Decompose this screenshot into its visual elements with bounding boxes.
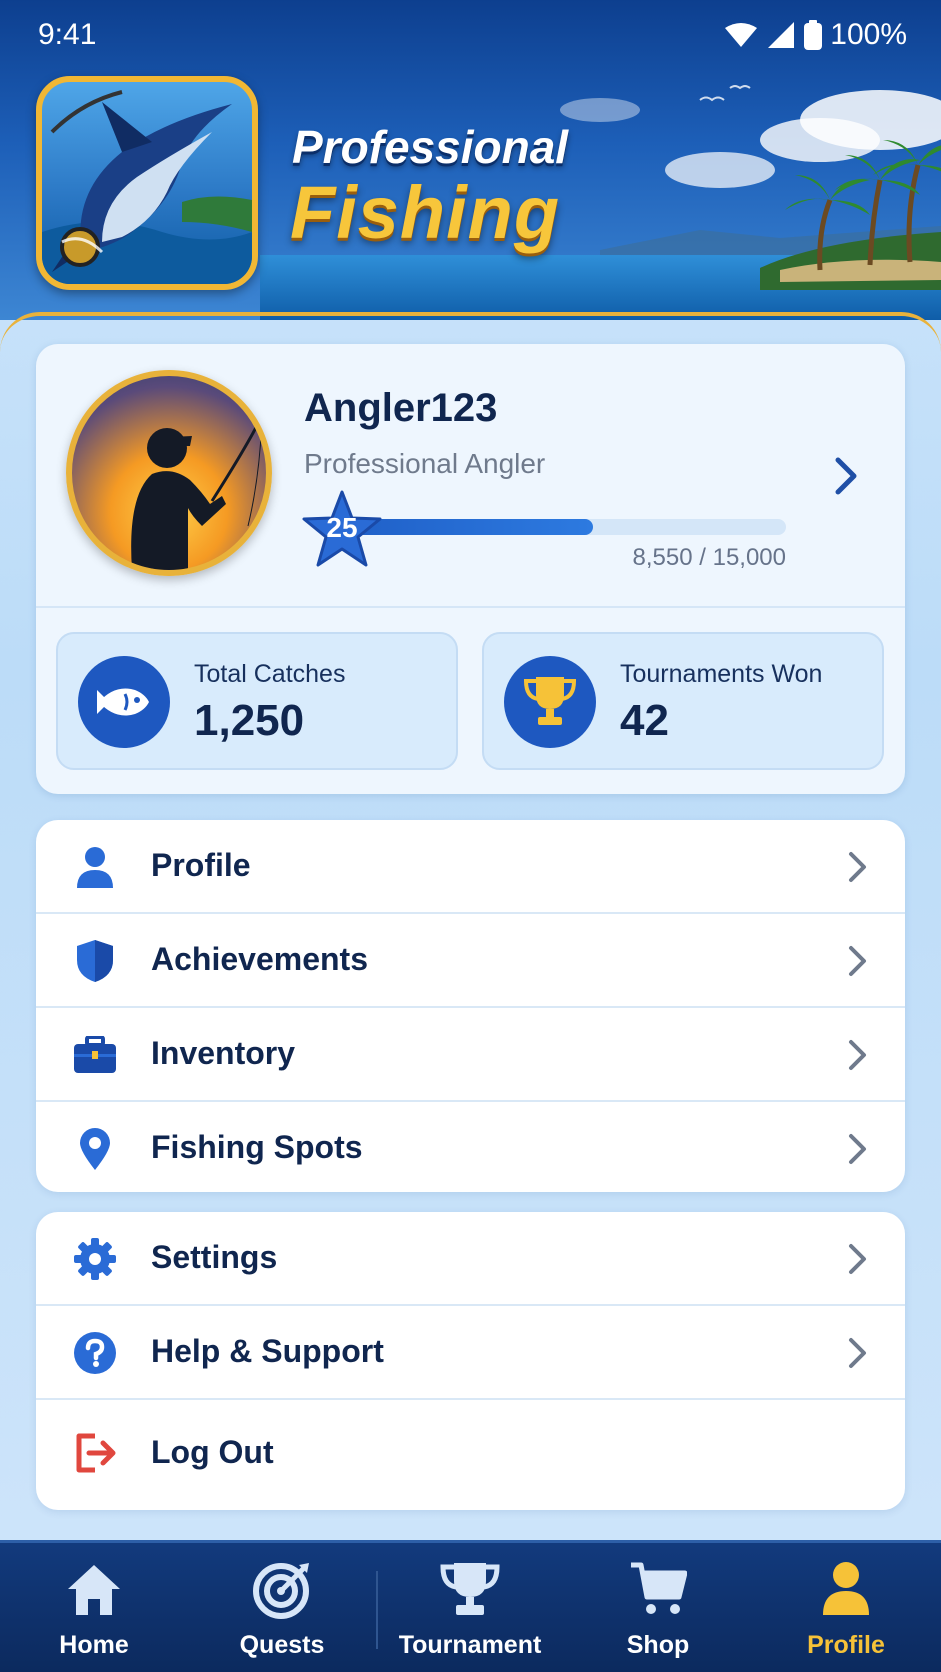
chevron-right-icon xyxy=(849,1040,866,1070)
home-icon xyxy=(0,1561,188,1617)
gear-icon xyxy=(72,1236,118,1282)
nav-label: Home xyxy=(59,1631,129,1659)
stat-label: Tournaments Won xyxy=(620,660,823,688)
nav-label: Quests xyxy=(239,1631,325,1659)
menu-item-achievements[interactable]: Achievements xyxy=(36,914,905,1008)
trophy-icon xyxy=(504,656,596,748)
avatar xyxy=(66,370,272,576)
secondary-menu: Settings Help & Support Log Out xyxy=(36,1212,905,1510)
person-icon xyxy=(752,1561,940,1617)
wifi-icon xyxy=(725,23,758,47)
menu-item-inventory[interactable]: Inventory xyxy=(36,1008,905,1102)
xp-text: 8,550 / 15,000 xyxy=(632,544,786,571)
app-title-line1: Professional xyxy=(292,121,569,173)
chevron-right-icon xyxy=(849,1338,866,1368)
menu-label: Inventory xyxy=(151,1035,296,1071)
marlin-logo-icon xyxy=(42,90,252,284)
app-title-line2: Fishing xyxy=(290,171,561,254)
battery-percentage: 100% xyxy=(830,18,907,51)
stat-total-catches: Total Catches 1,250 xyxy=(56,632,458,770)
menu-label: Help & Support xyxy=(151,1333,384,1369)
primary-menu: Profile Achievements Inventory Fishing S… xyxy=(36,820,905,1192)
menu-label: Achievements xyxy=(151,941,368,977)
stat-value: 1,250 xyxy=(194,696,305,745)
bottom-navigation: Home Quests Tournament Shop Profile xyxy=(0,1540,941,1672)
menu-item-settings[interactable]: Settings xyxy=(36,1212,905,1306)
fish-icon xyxy=(78,656,170,748)
toolbox-icon xyxy=(72,1032,118,1078)
nav-profile[interactable]: Profile xyxy=(752,1543,940,1672)
shield-icon xyxy=(72,938,118,984)
chevron-right-icon xyxy=(849,1134,866,1164)
username: Angler123 xyxy=(304,386,498,430)
status-time: 9:41 xyxy=(38,18,97,51)
menu-label: Fishing Spots xyxy=(151,1129,363,1165)
menu-item-log-out[interactable]: Log Out xyxy=(36,1400,905,1506)
target-icon xyxy=(188,1561,376,1619)
nav-tournament[interactable]: Tournament xyxy=(376,1543,564,1672)
cart-icon xyxy=(564,1561,752,1617)
menu-item-fishing-spots[interactable]: Fishing Spots xyxy=(36,1102,905,1192)
nav-home[interactable]: Home xyxy=(0,1543,188,1672)
app-logo xyxy=(36,76,258,290)
level-number: 25 xyxy=(326,512,358,543)
nav-label: Tournament xyxy=(398,1631,542,1659)
help-icon xyxy=(72,1330,118,1376)
player-rank: Professional Angler xyxy=(304,448,546,479)
menu-item-profile[interactable]: Profile xyxy=(36,820,905,914)
trophy-icon xyxy=(376,1561,564,1617)
nav-quests[interactable]: Quests xyxy=(188,1543,376,1672)
logout-icon xyxy=(72,1430,118,1476)
chevron-right-icon xyxy=(849,852,866,882)
xp-progress-bar xyxy=(336,519,786,535)
stat-tournaments-won: Tournaments Won 42 xyxy=(482,632,884,770)
angler-silhouette-icon xyxy=(131,415,264,570)
nav-shop[interactable]: Shop xyxy=(564,1543,752,1672)
stat-value: 42 xyxy=(620,696,669,745)
app-header: 9:41 100% Professional Fishing xyxy=(0,0,941,320)
player-profile-card[interactable]: Angler123 Professional Angler 25 8,550 /… xyxy=(36,344,905,794)
cellular-signal-icon xyxy=(768,22,795,48)
status-bar: 9:41 100% xyxy=(0,0,941,70)
status-icons: 100% xyxy=(724,18,907,52)
menu-label: Profile xyxy=(151,847,251,883)
nav-label: Profile xyxy=(807,1631,885,1659)
location-pin-icon xyxy=(72,1126,118,1172)
person-icon xyxy=(72,844,118,890)
menu-label: Settings xyxy=(151,1239,278,1275)
menu-label: Log Out xyxy=(151,1434,274,1470)
battery-icon xyxy=(804,20,823,50)
chevron-right-icon xyxy=(849,946,866,976)
card-divider xyxy=(36,606,905,608)
chevron-right-icon[interactable] xyxy=(834,456,860,496)
nav-label: Shop xyxy=(626,1631,690,1659)
menu-item-help-support[interactable]: Help & Support xyxy=(36,1306,905,1400)
stat-label: Total Catches xyxy=(194,660,346,688)
chevron-right-icon xyxy=(849,1244,866,1274)
